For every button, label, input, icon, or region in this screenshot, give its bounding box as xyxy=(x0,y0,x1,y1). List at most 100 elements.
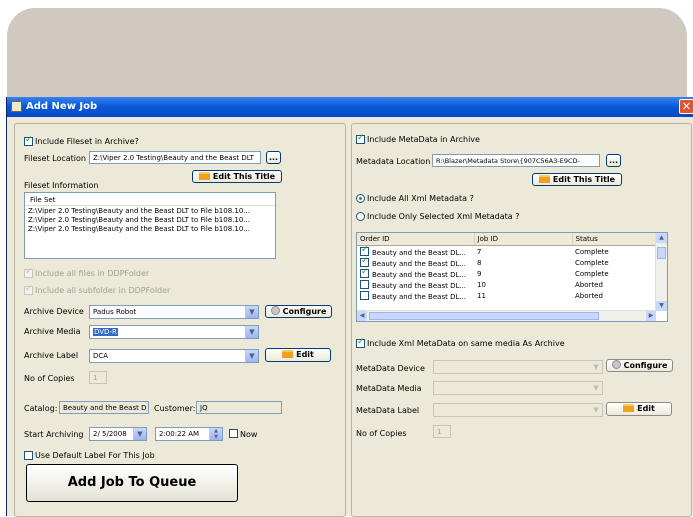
include-metadata-label: Include MetaData in Archive xyxy=(367,135,480,144)
row-checkbox[interactable] xyxy=(360,268,369,278)
edit-label: Edit xyxy=(296,350,314,359)
close-button[interactable]: ✕ xyxy=(679,99,693,114)
table-row[interactable]: Beauty and the Beast DL... 9 Complete xyxy=(357,268,656,279)
title-bar: Add New Job ✕ xyxy=(7,97,693,117)
column-header-job-id[interactable]: Job ID xyxy=(474,233,573,246)
now-label: Now xyxy=(240,430,258,439)
folder-icon xyxy=(198,172,210,180)
start-time-value: 2:00:22 AM xyxy=(159,430,200,438)
row-checkbox[interactable] xyxy=(360,279,369,289)
archive-label-select[interactable]: DCA ▼ xyxy=(89,349,259,363)
include-metadata-checkbox[interactable] xyxy=(356,133,365,144)
archive-device-select[interactable]: Padus Robot ▼ xyxy=(89,305,259,319)
order-id-cell: Beauty and the Beast DL... xyxy=(357,279,474,290)
column-header-status[interactable]: Status xyxy=(572,233,657,246)
scroll-right-icon[interactable]: ▶ xyxy=(646,311,656,321)
table-row[interactable]: Beauty and the Beast DL... 11 Aborted xyxy=(357,290,656,301)
include-all-subfolder-checkbox xyxy=(24,284,33,295)
metadata-location-input[interactable]: R:\Blazer\Metadata Store\{907C56A3-E9CD- xyxy=(432,154,600,167)
table-row[interactable]: Beauty and the Beast DL... 7 Complete xyxy=(357,246,656,258)
metadata-panel: Include MetaData in Archive Metadata Loc… xyxy=(351,123,692,517)
horizontal-scrollbar[interactable]: ◀ ▶ xyxy=(357,310,656,321)
scroll-thumb[interactable] xyxy=(657,247,666,259)
include-fileset-label: Include Fileset in Archive? xyxy=(35,137,139,146)
fileset-location-input[interactable]: Z:\Viper 2.0 Testing\Beauty and the Beas… xyxy=(89,151,261,164)
archive-device-value: Padus Robot xyxy=(93,308,137,316)
chevron-down-icon: ▼ xyxy=(590,361,602,373)
order-id-text: Beauty and the Beast DL... xyxy=(372,292,467,301)
customer-label: Customer: xyxy=(154,404,196,413)
fileset-list-item[interactable]: Z:\Viper 2.0 Testing\Beauty and the Beas… xyxy=(28,216,272,225)
dialog-icon xyxy=(11,101,22,112)
catalog-input[interactable]: Beauty and the Beast D xyxy=(59,401,149,414)
fileset-browse-button[interactable]: ... xyxy=(266,151,281,164)
job-id-cell: 9 xyxy=(477,269,482,278)
metadata-browse-button[interactable]: ... xyxy=(606,154,621,167)
metadata-media-label: MetaData Media xyxy=(356,384,422,393)
archive-label-label: Archive Label xyxy=(24,351,79,360)
metadata-label-select: ▼ xyxy=(433,403,603,417)
metadata-configure-label: Configure xyxy=(623,361,668,370)
fileset-list[interactable]: File Set Z:\Viper 2.0 Testing\Beauty and… xyxy=(24,192,276,259)
configure-button[interactable]: Configure xyxy=(265,305,332,318)
metadata-copies-input: 1 xyxy=(433,425,451,438)
metadata-device-label: MetaData Device xyxy=(356,364,425,373)
metadata-configure-button[interactable]: Configure xyxy=(606,359,673,372)
start-date-value: 2/ 5/2008 xyxy=(93,430,127,438)
edit-label-button[interactable]: Edit xyxy=(265,348,331,362)
h-scroll-thumb[interactable] xyxy=(369,312,599,320)
customer-input[interactable]: JQ xyxy=(196,401,282,414)
copies-input: 1 xyxy=(89,371,107,384)
metadata-edit-label: Edit xyxy=(637,404,655,413)
start-time-spinner[interactable]: 2:00:22 AM ▲ ▼ xyxy=(155,427,223,441)
archive-media-select[interactable]: DVD-R ▼ xyxy=(89,325,259,339)
scroll-left-icon[interactable]: ◀ xyxy=(357,311,367,321)
vertical-scrollbar[interactable]: ▲ ▼ xyxy=(655,233,667,311)
start-archiving-label: Start Archiving xyxy=(24,430,84,439)
default-label-checkbox[interactable] xyxy=(24,451,33,460)
include-all-files-label: Include all files in DDPFolder xyxy=(35,269,150,278)
chevron-down-icon: ▼ xyxy=(245,326,258,338)
scroll-down-icon[interactable]: ▼ xyxy=(656,301,667,311)
chevron-down-icon: ▼ xyxy=(245,306,258,318)
fileset-list-item[interactable]: Z:\Viper 2.0 Testing\Beauty and the Beas… xyxy=(28,225,272,234)
fileset-header: File Set xyxy=(25,193,275,206)
metadata-edit-title-button[interactable]: Edit This Title xyxy=(532,173,622,186)
scroll-up-icon[interactable]: ▲ xyxy=(656,233,667,243)
edit-title-button[interactable]: Edit This Title xyxy=(192,170,282,183)
job-id-cell: 8 xyxy=(477,258,482,267)
include-xml-same-media-checkbox[interactable] xyxy=(356,337,365,348)
chevron-down-icon: ▼ xyxy=(245,350,258,362)
include-selected-xml-radio[interactable] xyxy=(356,212,365,221)
add-job-to-queue-button[interactable]: Add Job To Queue xyxy=(26,464,238,502)
metadata-table[interactable]: Order ID Job ID Status Beauty and the Be… xyxy=(356,232,668,322)
row-checkbox[interactable] xyxy=(360,246,369,256)
table-row[interactable]: Beauty and the Beast DL... 10 Aborted xyxy=(357,279,656,290)
metadata-copies-label: No of Copies xyxy=(356,429,407,438)
metadata-label-label: MetaData Label xyxy=(356,406,420,415)
status-cell: Aborted xyxy=(575,291,603,300)
default-label-label: Use Default Label For This Job xyxy=(35,451,155,460)
job-id-cell: 11 xyxy=(477,291,486,300)
status-cell: Complete xyxy=(575,247,609,256)
fileset-list-item[interactable]: Z:\Viper 2.0 Testing\Beauty and the Beas… xyxy=(28,207,272,216)
table-row[interactable]: Beauty and the Beast DL... 8 Complete xyxy=(357,257,656,268)
edit-title-label: Edit This Title xyxy=(212,172,276,181)
order-id-cell: Beauty and the Beast DL... xyxy=(357,246,474,258)
row-checkbox[interactable] xyxy=(360,290,369,300)
include-all-xml-radio[interactable] xyxy=(356,194,365,203)
folder-icon xyxy=(282,350,294,358)
metadata-device-select: ▼ xyxy=(433,360,603,374)
include-fileset-checkbox[interactable] xyxy=(24,135,33,146)
start-date-picker[interactable]: 2/ 5/2008 ▼ xyxy=(89,427,147,441)
metadata-edit-button[interactable]: Edit xyxy=(606,402,672,416)
gear-icon xyxy=(270,306,280,315)
status-cell: Aborted xyxy=(575,280,603,289)
now-checkbox[interactable] xyxy=(229,429,238,438)
folder-icon xyxy=(623,404,635,412)
fileset-information-label: Fileset Information xyxy=(24,181,99,190)
column-header-order-id[interactable]: Order ID xyxy=(357,233,475,246)
status-cell: Complete xyxy=(575,269,609,278)
metadata-location-label: Metadata Location xyxy=(356,157,431,166)
row-checkbox[interactable] xyxy=(360,257,369,267)
